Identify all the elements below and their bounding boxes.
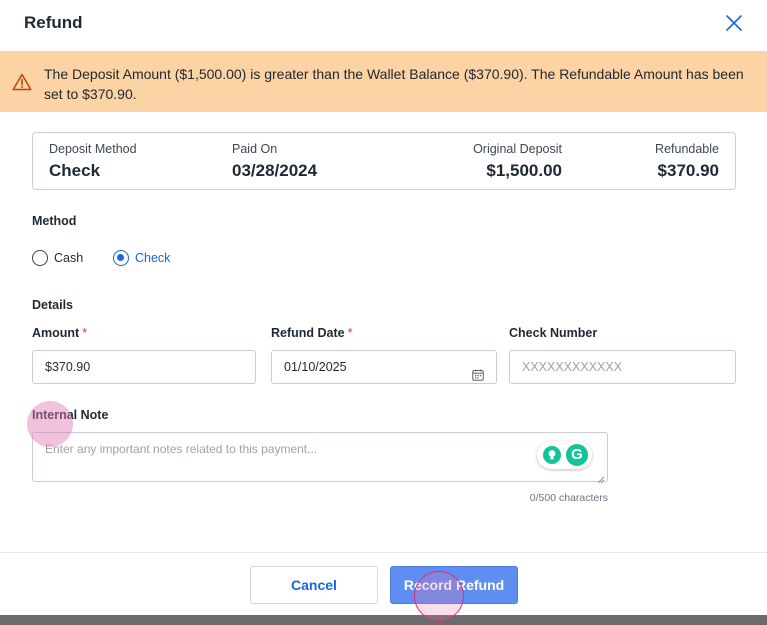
close-icon[interactable]: [722, 11, 746, 35]
refund-date-value: 01/10/2025: [284, 360, 347, 374]
modal-header: Refund: [0, 0, 767, 51]
radio-cash-label[interactable]: Cash: [54, 251, 83, 265]
resize-handle[interactable]: [597, 471, 605, 484]
details-label: Details: [32, 298, 73, 312]
radio-check-label[interactable]: Check: [135, 251, 170, 265]
refund-date-label: Refund Date *: [271, 326, 353, 340]
modal-title: Refund: [24, 13, 83, 32]
internal-note-textarea[interactable]: Enter any important notes related to thi…: [32, 432, 608, 484]
refund-date-label-text: Refund Date: [271, 326, 345, 340]
internal-note-placeholder: Enter any important notes related to thi…: [45, 442, 318, 456]
method-label: Method: [32, 214, 77, 228]
original-deposit-block: Original Deposit $1,500.00: [413, 142, 562, 181]
paid-on-value: 03/28/2024: [232, 161, 318, 180]
alert-message: The Deposit Amount ($1,500.00) is greate…: [44, 66, 744, 102]
amount-input[interactable]: $370.90: [32, 350, 256, 384]
refundable-label: Refundable: [655, 142, 719, 156]
deposit-summary: Deposit Method Check Paid On 03/28/2024 …: [32, 132, 736, 190]
lightbulb-icon[interactable]: [543, 446, 561, 464]
deposit-method-block: Deposit Method Check: [49, 142, 137, 181]
modal-footer: Cancel Record Refund: [0, 552, 767, 615]
check-number-label: Check Number: [509, 326, 598, 340]
paid-on-label: Paid On: [232, 142, 278, 156]
paid-on-block: Paid On 03/28/2024: [232, 142, 317, 181]
required-asterisk: *: [82, 326, 88, 340]
deposit-method-value: Check: [49, 161, 101, 180]
radio-cash[interactable]: Cash: [32, 249, 83, 267]
cancel-button[interactable]: Cancel: [250, 566, 378, 604]
check-number-input[interactable]: XXXXXXXXXXXX: [509, 350, 736, 384]
character-count: 0/500 characters: [529, 492, 608, 504]
amount-label-text: Amount: [32, 326, 80, 340]
deposit-method-label: Deposit Method: [49, 142, 137, 156]
radio-cash-circle[interactable]: [32, 250, 48, 266]
required-asterisk: *: [347, 326, 353, 340]
click-marker-overlay: [414, 571, 464, 621]
calendar-icon[interactable]: [472, 361, 484, 381]
original-deposit-value: $1,500.00: [486, 161, 562, 180]
check-number-placeholder: XXXXXXXXXXXX: [522, 360, 623, 374]
amount-label: Amount *: [32, 326, 87, 340]
refund-date-input[interactable]: 01/10/2025: [271, 350, 497, 384]
radio-check[interactable]: Check: [113, 249, 170, 267]
refundable-value: $370.90: [657, 161, 719, 180]
grammarly-widget[interactable]: G: [537, 441, 592, 469]
click-marker-overlay: [27, 401, 73, 447]
original-deposit-label: Original Deposit: [473, 142, 562, 156]
refund-modal: Refund The Deposit Amount ($1,500.00) is…: [0, 0, 767, 621]
grammarly-icon[interactable]: G: [566, 444, 588, 466]
refundable-block: Refundable $370.90: [593, 142, 719, 181]
amount-value: $370.90: [45, 360, 91, 374]
warning-icon: [12, 73, 32, 91]
warning-alert: The Deposit Amount ($1,500.00) is greate…: [0, 51, 767, 112]
radio-check-circle[interactable]: [113, 250, 129, 266]
